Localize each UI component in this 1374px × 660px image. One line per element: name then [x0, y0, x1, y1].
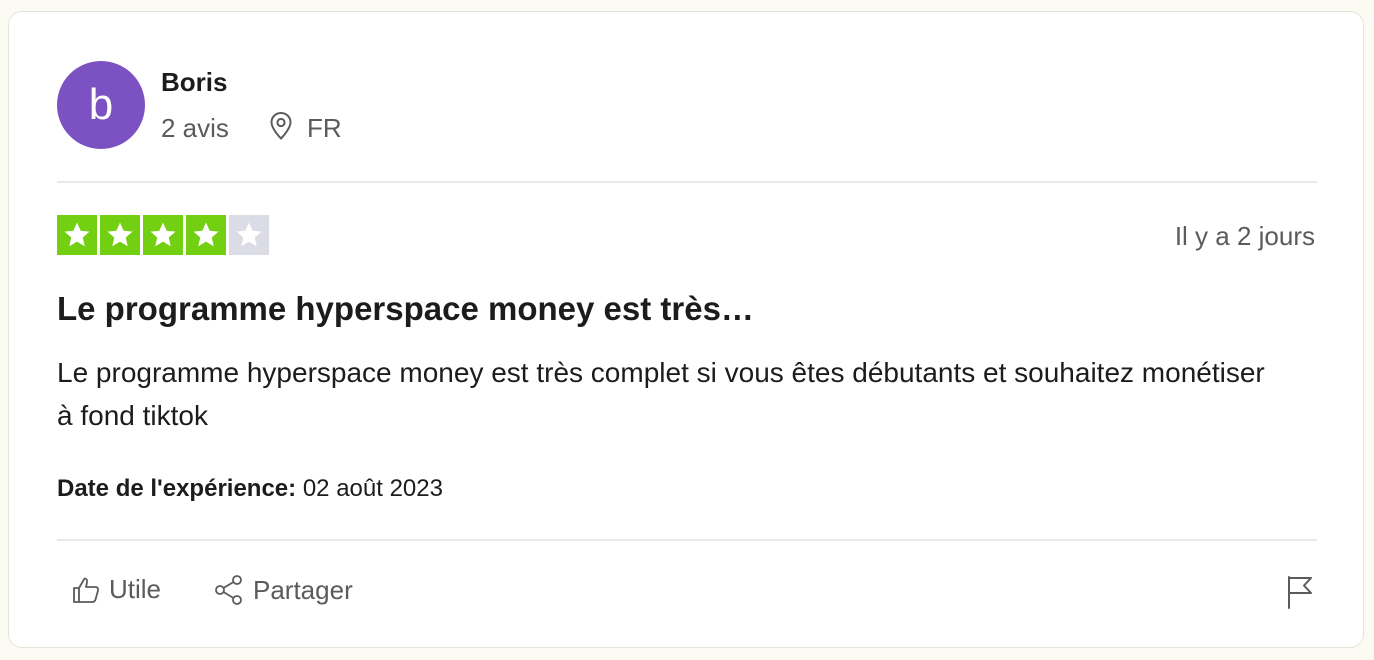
divider	[57, 539, 1317, 541]
share-button[interactable]: Partager	[213, 574, 353, 606]
star-icon	[193, 222, 219, 247]
star-icon	[107, 222, 133, 247]
share-icon	[215, 575, 242, 605]
star-filled	[186, 215, 226, 255]
flag-icon[interactable]	[1285, 574, 1315, 610]
map-pin-icon	[270, 111, 292, 140]
useful-label: Utile	[109, 574, 162, 604]
experience-label: Date de l'expérience:	[57, 475, 297, 502]
star-icon	[150, 222, 176, 247]
review-title[interactable]: Le programme hyperspace money est très…	[57, 290, 754, 328]
useful-button[interactable]: Utile	[71, 574, 161, 605]
review-count: 2 avis	[161, 113, 229, 143]
review-card: b Boris 2 avis FR Il y a 2 jours Le prog…	[8, 11, 1364, 648]
star-rating	[57, 215, 269, 255]
avatar[interactable]: b	[57, 61, 145, 149]
share-label: Partager	[253, 574, 353, 605]
review-date: Il y a 2 jours	[1174, 221, 1315, 251]
reviewer-name[interactable]: Boris	[161, 67, 227, 98]
avatar-letter: b	[88, 80, 114, 129]
star-filled	[100, 215, 140, 255]
star-empty	[229, 215, 269, 255]
experience-date: 02 août 2023	[302, 475, 443, 502]
location-code: FR	[307, 113, 342, 143]
divider	[57, 181, 1317, 183]
star-icon	[64, 222, 90, 247]
experience-date-line: Date de l'expérience: 02 août 2023	[57, 475, 443, 503]
star-icon	[236, 222, 262, 247]
star-filled	[57, 215, 97, 255]
star-filled	[143, 215, 183, 255]
review-body: Le programme hyperspace money est très c…	[57, 357, 1265, 431]
thumbs-up-icon	[73, 577, 100, 603]
